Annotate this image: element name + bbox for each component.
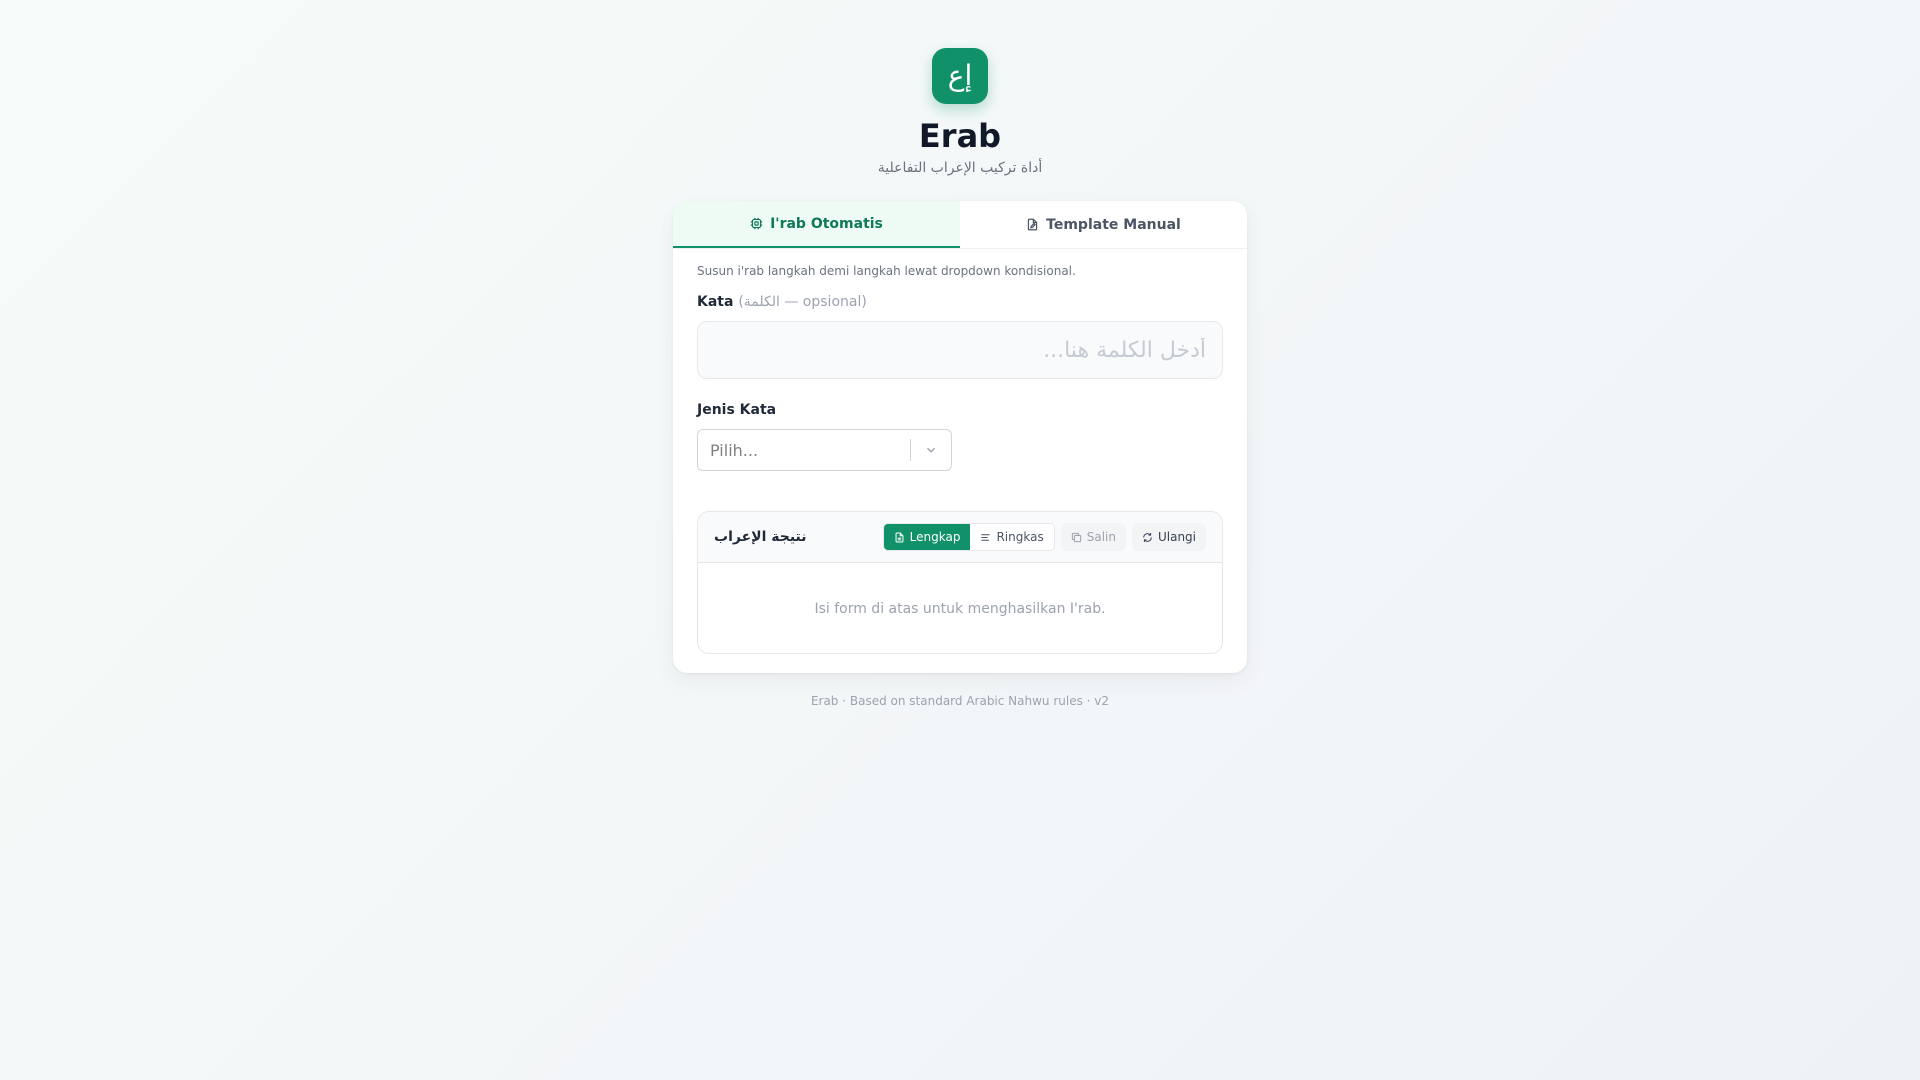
app-title: Erab bbox=[918, 117, 1002, 155]
form-body: Susun i'rab langkah demi langkah lewat d… bbox=[673, 249, 1247, 673]
view-lengkap-label: Lengkap bbox=[909, 530, 961, 544]
result-empty-message: Isi form di atas untuk menghasilkan I'ra… bbox=[814, 600, 1106, 617]
app-logo: إع bbox=[932, 48, 988, 104]
view-ringkas-label: Ringkas bbox=[996, 530, 1044, 544]
copy-icon bbox=[1071, 532, 1081, 542]
result-body: Isi form di atas untuk menghasilkan I'ra… bbox=[698, 563, 1222, 653]
logo-glyph: إع bbox=[947, 59, 973, 92]
mode-tabs: I'rab Otomatis Template Manual bbox=[673, 201, 1247, 249]
kata-sublabel: (الكلمة — opsional) bbox=[738, 294, 867, 310]
reset-button[interactable]: Ulangi bbox=[1131, 523, 1206, 551]
select-value: Pilih... bbox=[710, 440, 759, 460]
kata-input[interactable] bbox=[697, 321, 1223, 379]
jenis-kata-label: Jenis Kata bbox=[697, 402, 777, 418]
file-text-icon bbox=[895, 532, 904, 542]
kata-label-text: Kata bbox=[697, 294, 734, 310]
cpu-icon bbox=[750, 217, 763, 230]
copy-button[interactable]: Salin bbox=[1060, 523, 1126, 551]
main-card: I'rab Otomatis Template Manual Susun i'r… bbox=[673, 201, 1247, 673]
chevron-down-icon bbox=[927, 447, 935, 453]
view-lengkap-button[interactable]: Lengkap bbox=[883, 524, 971, 550]
file-edit-icon bbox=[1027, 218, 1038, 231]
copy-label: Salin bbox=[1086, 530, 1116, 544]
select-arrow[interactable] bbox=[911, 443, 951, 457]
tab-irab-otomatis[interactable]: I'rab Otomatis bbox=[673, 201, 960, 248]
view-mode-toggle: Lengkap Ringkas bbox=[882, 523, 1055, 551]
page: إع Erab أداة تركيب الإعراب التفاعلية I'r… bbox=[0, 0, 1920, 1080]
app-subtitle: أداة تركيب الإعراب التفاعلية bbox=[877, 160, 1043, 176]
app-header: إع Erab أداة تركيب الإعراب التفاعلية bbox=[0, 48, 1920, 176]
tab-label: I'rab Otomatis bbox=[770, 215, 883, 232]
result-panel: نتيجة الإعراب Lengkap Ringkas Salin Ulan… bbox=[697, 511, 1223, 654]
reset-label: Ulangi bbox=[1157, 530, 1196, 544]
view-ringkas-button[interactable]: Ringkas bbox=[970, 524, 1054, 550]
refresh-icon bbox=[1143, 532, 1152, 542]
form-hint: Susun i'rab langkah demi langkah lewat d… bbox=[697, 264, 1076, 278]
jenis-kata-select[interactable]: Pilih... bbox=[697, 429, 952, 471]
list-icon bbox=[981, 533, 991, 541]
tab-template-manual[interactable]: Template Manual bbox=[960, 201, 1247, 248]
kata-label: Kata (الكلمة — opsional) bbox=[697, 293, 1223, 311]
tab-label: Template Manual bbox=[1046, 216, 1181, 233]
result-header: نتيجة الإعراب Lengkap Ringkas Salin Ulan… bbox=[698, 512, 1222, 563]
footer: Erab · Based on standard Arabic Nahwu ru… bbox=[810, 694, 1110, 708]
result-title: نتيجة الإعراب bbox=[714, 529, 807, 545]
